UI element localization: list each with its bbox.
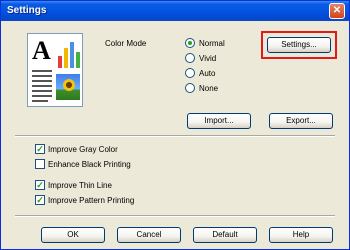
checkbox[interactable]: ✓ (35, 195, 45, 205)
checkbox-improve-gray-color[interactable]: ✓ Improve Gray Color (35, 143, 118, 155)
settings-button[interactable]: Settings... (267, 37, 331, 53)
color-mode-label: Color Mode (105, 39, 147, 48)
preview-bar (70, 42, 74, 68)
preview-text-line (32, 90, 52, 92)
checkbox-enhance-black-printing[interactable]: Enhance Black Printing (35, 158, 131, 170)
preview-sunflower-photo (56, 74, 80, 100)
checkbox-label: Improve Pattern Printing (48, 195, 135, 205)
radio-auto[interactable]: Auto (185, 67, 215, 79)
window-title: Settings (7, 5, 47, 16)
radio-normal[interactable]: Normal (185, 37, 225, 49)
preview-text-line (32, 85, 52, 87)
print-preview-image: A (27, 33, 83, 107)
radio-label: Vivid (199, 53, 217, 63)
preview-text-line (32, 80, 52, 82)
checkbox[interactable]: ✓ (35, 180, 45, 190)
radio-button[interactable] (185, 38, 195, 48)
preview-text-line (32, 95, 52, 97)
separator (15, 135, 335, 137)
sunflower-icon (63, 79, 75, 91)
radio-button[interactable] (185, 53, 195, 63)
checkbox-label: Enhance Black Printing (48, 159, 131, 169)
ok-button[interactable]: OK (41, 227, 105, 243)
radio-label: Auto (199, 68, 216, 78)
preview-letter-glyph: A (32, 36, 51, 65)
preview-bar (58, 56, 62, 68)
settings-dialog: Settings ✕ A Color Mode Normal Vivid Aut… (0, 0, 350, 250)
default-button[interactable]: Default (193, 227, 257, 243)
import-button[interactable]: Import... (187, 113, 251, 129)
preview-bar-chart (58, 40, 80, 68)
radio-button[interactable] (185, 68, 195, 78)
radio-label: None (199, 83, 219, 93)
checkbox-label: Improve Thin Line (48, 180, 112, 190)
checkbox[interactable]: ✓ (35, 144, 45, 154)
preview-text-line (32, 100, 48, 102)
checkbox-improve-pattern-printing[interactable]: ✓ Improve Pattern Printing (35, 194, 134, 206)
close-button[interactable]: ✕ (329, 3, 345, 19)
radio-none[interactable]: None (185, 82, 218, 94)
radio-vivid[interactable]: Vivid (185, 52, 216, 64)
title-bar[interactable]: Settings ✕ (1, 1, 349, 21)
radio-button[interactable] (185, 83, 195, 93)
dialog-body: A Color Mode Normal Vivid Auto None Sett… (5, 25, 345, 247)
checkbox-label: Improve Gray Color (48, 144, 118, 154)
cancel-button[interactable]: Cancel (117, 227, 181, 243)
preview-text-line (32, 70, 52, 72)
help-button[interactable]: Help (269, 227, 333, 243)
close-icon: ✕ (332, 5, 342, 16)
preview-bar (76, 52, 80, 68)
checkbox[interactable] (35, 159, 45, 169)
preview-text-line (32, 75, 52, 77)
preview-bar (64, 48, 68, 68)
separator (15, 215, 335, 217)
export-button[interactable]: Export... (269, 113, 333, 129)
radio-label: Normal (199, 38, 225, 48)
checkbox-improve-thin-line[interactable]: ✓ Improve Thin Line (35, 179, 112, 191)
